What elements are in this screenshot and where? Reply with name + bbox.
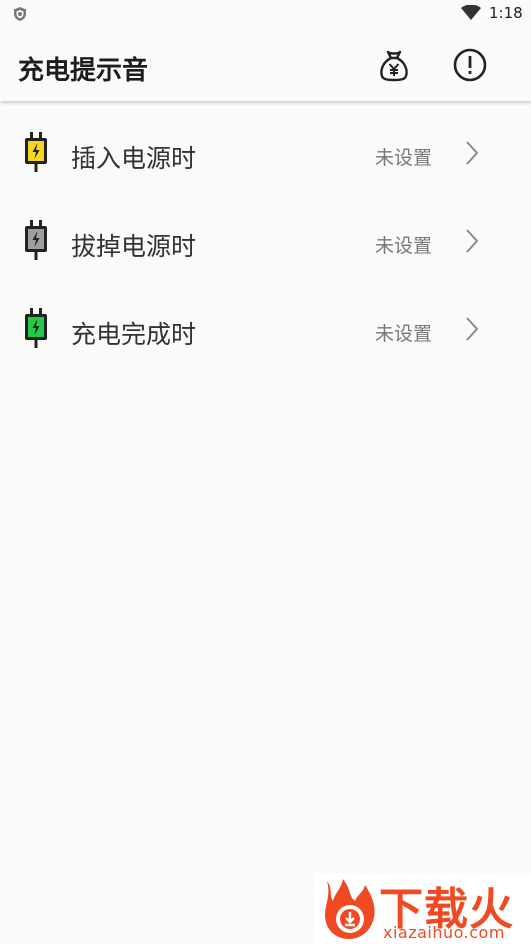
chevron-right-icon (466, 229, 479, 253)
app-bar: 充电提示音 (0, 28, 531, 101)
page-title: 充电提示音 (18, 56, 149, 86)
watermark-url: xiazaihuo.com (383, 923, 505, 942)
row-label: 插入电源时 (71, 144, 197, 173)
chevron-right-icon (466, 141, 479, 165)
info-icon[interactable] (452, 47, 488, 83)
battery-plug-green-icon (25, 308, 47, 348)
status-time: 1:18 (489, 4, 523, 22)
battery-plug-yellow-icon (25, 132, 47, 172)
shield-icon (14, 7, 26, 21)
row-status: 未设置 (375, 235, 433, 257)
settings-list: 插入电源时 未设置 拔掉电源时 未设置 充电完成时 未设置 (0, 110, 531, 374)
list-item-plug-in[interactable]: 插入电源时 未设置 (0, 110, 531, 198)
list-item-unplug[interactable]: 拔掉电源时 未设置 (0, 198, 531, 286)
row-label: 拔掉电源时 (71, 232, 197, 261)
row-label: 充电完成时 (71, 320, 197, 349)
flame-logo-icon (325, 879, 375, 939)
row-status: 未设置 (375, 323, 433, 345)
status-bar: 1:18 (0, 0, 531, 28)
money-bag-yen-icon[interactable] (377, 48, 411, 82)
watermark: 下载火 xiazaihuo.com (313, 873, 531, 944)
list-item-charge-complete[interactable]: 充电完成时 未设置 (0, 286, 531, 374)
row-status: 未设置 (375, 147, 433, 169)
wifi-icon (461, 5, 481, 20)
battery-plug-gray-icon (25, 220, 47, 260)
chevron-right-icon (466, 317, 479, 341)
